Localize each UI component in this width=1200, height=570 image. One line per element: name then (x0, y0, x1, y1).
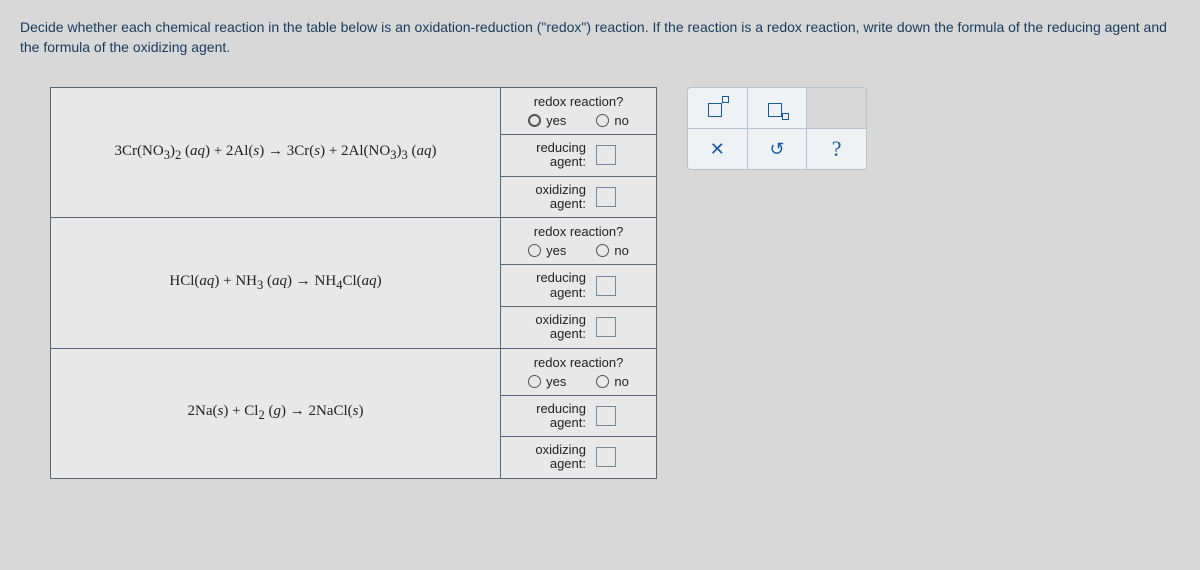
radio-icon (528, 375, 541, 388)
reaction-equation: 3Cr(NO3)2 (aq) + 2Al(s) → 3Cr(s) + 2Al(N… (51, 88, 501, 218)
radio-label: no (614, 113, 628, 128)
reaction-answers: redox reaction? yes no reducingagent: ox… (501, 348, 657, 478)
redox-question-row: redox reaction? yes no (501, 218, 656, 265)
oxidizing-agent-input[interactable] (596, 447, 616, 467)
redox-question-row: redox reaction? yes no (501, 349, 656, 396)
reducing-agent-input[interactable] (596, 276, 616, 296)
oxidizing-agent-label: oxidizingagent: (511, 313, 586, 342)
redox-question-row: redox reaction? yes no (501, 88, 656, 135)
oxidizing-agent-input[interactable] (596, 187, 616, 207)
superscript-icon (706, 97, 728, 119)
oxidizing-agent-row: oxidizingagent: (501, 307, 656, 348)
redox-question-label: redox reaction? (534, 355, 624, 370)
reducing-agent-input[interactable] (596, 406, 616, 426)
reducing-agent-row: reducingagent: (501, 135, 656, 177)
close-button[interactable]: ✕ (688, 129, 748, 169)
superscript-tool[interactable] (688, 88, 748, 128)
reaction-answers: redox reaction? yes no reducingagent: ox… (501, 218, 657, 348)
reaction-equation: HCl(aq) + NH3 (aq) → NH4Cl(aq) (51, 218, 501, 348)
oxidizing-agent-input[interactable] (596, 317, 616, 337)
reducing-agent-row: reducingagent: (501, 265, 656, 307)
subscript-icon (766, 97, 788, 119)
radio-label: no (614, 243, 628, 258)
radio-icon (528, 114, 541, 127)
oxidizing-agent-label: oxidizingagent: (511, 443, 586, 472)
redox-yes-option[interactable]: yes (528, 243, 566, 258)
oxidizing-agent-row: oxidizingagent: (501, 177, 656, 218)
help-button[interactable]: ? (807, 129, 866, 169)
redox-question-label: redox reaction? (534, 94, 624, 109)
redox-no-option[interactable]: no (596, 113, 628, 128)
reset-button[interactable]: ↺ (748, 129, 808, 169)
reactions-table: 3Cr(NO3)2 (aq) + 2Al(s) → 3Cr(s) + 2Al(N… (50, 87, 657, 479)
radio-label: yes (546, 374, 566, 389)
oxidizing-agent-row: oxidizingagent: (501, 437, 656, 478)
radio-icon (528, 244, 541, 257)
radio-label: no (614, 374, 628, 389)
reducing-agent-label: reducingagent: (511, 141, 586, 170)
radio-icon (596, 244, 609, 257)
redox-no-option[interactable]: no (596, 243, 628, 258)
redox-no-option[interactable]: no (596, 374, 628, 389)
radio-icon (596, 375, 609, 388)
subscript-tool[interactable] (748, 88, 808, 128)
instructions-text: Decide whether each chemical reaction in… (20, 18, 1180, 57)
reducing-agent-row: reducingagent: (501, 396, 656, 438)
radio-label: yes (546, 113, 566, 128)
radio-label: yes (546, 243, 566, 258)
redox-yes-option[interactable]: yes (528, 113, 566, 128)
toolbox: ✕ ↺ ? (687, 87, 867, 170)
reducing-agent-label: reducingagent: (511, 402, 586, 431)
reaction-equation: 2Na(s) + Cl2 (g) → 2NaCl(s) (51, 348, 501, 478)
redox-yes-option[interactable]: yes (528, 374, 566, 389)
oxidizing-agent-label: oxidizingagent: (511, 183, 586, 212)
reaction-answers: redox reaction? yes no reducingagent: ox… (501, 88, 657, 218)
redox-question-label: redox reaction? (534, 224, 624, 239)
reducing-agent-input[interactable] (596, 145, 616, 165)
radio-icon (596, 114, 609, 127)
reducing-agent-label: reducingagent: (511, 271, 586, 300)
